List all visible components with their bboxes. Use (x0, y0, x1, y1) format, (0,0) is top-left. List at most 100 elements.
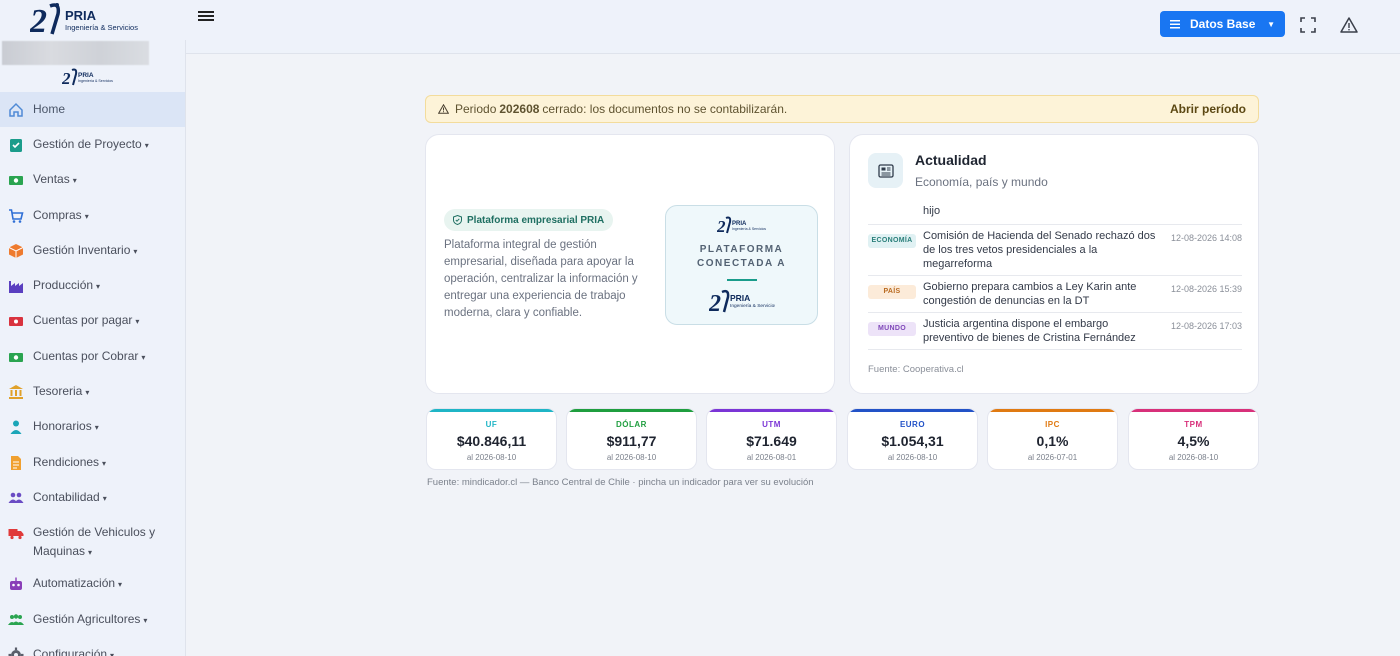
sidebar: 2 PRIA Ingeniería & Servicios Home Gesti… (0, 40, 186, 656)
news-partial-row[interactable]: hijo (868, 203, 1242, 225)
sidebar-item-cuentas-pagar[interactable]: Cuentas por pagar ▾ (0, 303, 185, 338)
sidebar-item-automatizacion[interactable]: Automatización ▾ (0, 566, 185, 601)
sidebar-item-rendiciones[interactable]: Rendiciones ▾ (0, 445, 185, 480)
indicator-name: TPM (1184, 420, 1203, 429)
news-item[interactable]: PAÍS Gobierno prepara cambios a Ley Kari… (868, 276, 1242, 313)
home-icon (9, 102, 23, 117)
news-text: Justicia argentina dispone el embargo pr… (923, 318, 1136, 344)
sidebar-item-vehiculos[interactable]: Gestión de Vehiculos y Maquinas ▾ (0, 515, 185, 566)
indicator-accent-bar (567, 409, 696, 412)
sidebar-item-home[interactable]: Home (0, 92, 185, 127)
datos-base-button[interactable]: Datos Base ▼ (1160, 11, 1285, 37)
sidebar-item-inventario[interactable]: Gestión Inventario ▾ (0, 233, 185, 268)
indicator-utm[interactable]: UTM $71.649 al 2026-08-01 (706, 408, 837, 470)
indicator-tpm[interactable]: TPM 4,5% al 2026-08-10 (1128, 408, 1259, 470)
news-tag: ECONOMÍA (868, 234, 916, 248)
money-icon (9, 176, 23, 186)
gear-icon (8, 647, 24, 656)
users-icon (8, 492, 24, 503)
svg-text:2: 2 (717, 217, 726, 234)
news-item[interactable]: ECONOMÍA Comisión de Hacienda del Senado… (868, 225, 1242, 276)
sidebar-logo: 2 PRIA Ingeniería & Servicios (62, 68, 113, 86)
alert-prefix: Periodo (455, 102, 497, 116)
cart-icon (9, 208, 24, 223)
svg-text:2: 2 (709, 291, 721, 313)
robot-icon (10, 577, 22, 591)
indicator-accent-bar (707, 409, 836, 412)
sidebar-item-tesoreria[interactable]: Tesoreria ▾ (0, 374, 185, 409)
factory-icon (9, 281, 23, 294)
bank-icon (9, 385, 23, 400)
svg-text:Ingeniería & Servicios: Ingeniería & Servicios (730, 303, 775, 309)
sidebar-item-ventas[interactable]: Ventas ▾ (0, 162, 185, 197)
news-text: Gobierno prepara cambios a Ley Karin ant… (923, 281, 1137, 307)
sidebar-item-gestion-proyecto[interactable]: Gestión de Proyecto ▾ (0, 127, 185, 162)
sidebar-item-contabilidad[interactable]: Contabilidad ▾ (0, 480, 185, 515)
news-date: 12-08-2026 14:08 (1170, 233, 1242, 243)
money-icon (9, 352, 23, 362)
indicator-name: DÓLAR (616, 420, 647, 429)
sidebar-item-agricultores[interactable]: Gestión Agricultores ▾ (0, 602, 185, 637)
news-tag: MUNDO (868, 322, 916, 336)
pria-logo[interactable]: 2 PRIA Ingeniería & Servicios (30, 2, 160, 36)
platform-card: Plataforma empresarial PRIA Plataforma i… (425, 134, 835, 394)
indicator-name: UTM (762, 420, 781, 429)
sidebar-item-label: Tesoreria ▾ (33, 384, 90, 399)
truck-icon (8, 529, 24, 540)
divider (726, 279, 757, 281)
indicator-dolar[interactable]: DÓLAR $911,77 al 2026-08-10 (566, 408, 697, 470)
svg-text:PRIA: PRIA (730, 293, 750, 303)
shield-check-icon (453, 215, 462, 225)
platform-description: Plataforma integral de gestión empresari… (444, 239, 638, 319)
warning-icon[interactable] (1340, 17, 1358, 33)
sidebar-item-label: Automatización ▾ (33, 576, 123, 591)
sidebar-item-label: Compras ▾ (33, 207, 89, 222)
sidebar-item-cuentas-cobrar[interactable]: Cuentas por Cobrar ▾ (0, 339, 185, 374)
pria-logo: 2 PRIA Ingeniería & Servicios (708, 289, 777, 317)
sidebar-item-label: Home (33, 102, 66, 116)
box-icon (8, 243, 24, 258)
sidebar-item-configuracion[interactable]: Configuración ▾ (0, 637, 185, 656)
news-item[interactable]: MUNDO Justicia argentina dispone el emba… (868, 313, 1242, 350)
indicator-uf[interactable]: UF $40.846,11 al 2026-08-10 (426, 408, 557, 470)
platform-badge: Plataforma empresarial PRIA (444, 209, 614, 231)
open-period-button[interactable]: Abrir período (1170, 102, 1246, 116)
alert-period: 202608 (499, 102, 540, 116)
svg-text:Ingeniería & Servicios: Ingeniería & Servicios (78, 79, 113, 83)
news-date: 12-08-2026 17:03 (1170, 321, 1242, 331)
indicator-date: al 2026-08-10 (887, 453, 938, 462)
news-date: 12-08-2026 15:39 (1170, 284, 1242, 294)
sidebar-item-label: Gestión Inventario ▾ (33, 242, 138, 257)
indicator-accent-bar (988, 409, 1117, 412)
sidebar-item-compras[interactable]: Compras ▾ (0, 198, 185, 233)
document-icon (11, 455, 21, 470)
svg-text:Ingeniería & Servicios: Ingeniería & Servicios (732, 227, 766, 231)
indicator-accent-bar (848, 409, 977, 412)
sidebar-item-label: Cuentas por Cobrar ▾ (33, 348, 146, 363)
indicator-ipc[interactable]: IPC 0,1% al 2026-07-01 (987, 408, 1118, 470)
fullscreen-icon[interactable] (1300, 17, 1316, 33)
news-source: Fuente: Cooperativa.cl (868, 364, 964, 375)
top-bar: 2 PRIA Ingeniería & Servicios Datos Base… (0, 0, 1400, 54)
indicator-value: $40.846,11 (456, 433, 527, 449)
svg-text:PRIA: PRIA (65, 8, 97, 23)
hamburger-menu-icon[interactable] (198, 9, 214, 23)
news-card: Actualidad Economía, país y mundo hijo E… (849, 134, 1259, 394)
indicator-value: $911,77 (606, 433, 657, 449)
news-text: hijo (923, 205, 941, 217)
indicator-value: 0,1% (1036, 433, 1069, 449)
indicator-accent-bar (427, 409, 556, 412)
newspaper-icon (868, 153, 903, 188)
chevron-down-icon: ▼ (1267, 19, 1275, 29)
sidebar-item-produccion[interactable]: Producción ▾ (0, 268, 185, 303)
platform-box-title: PLATAFORMA CONECTADA A (697, 244, 786, 269)
news-tag: PAÍS (868, 285, 916, 299)
sidebar-item-label: Gestión de Proyecto ▾ (33, 137, 149, 151)
sidebar-item-label: Contabilidad ▾ (33, 489, 107, 504)
indicator-euro[interactable]: EURO $1.054,31 al 2026-08-10 (847, 408, 978, 470)
svg-text:PRIA: PRIA (78, 72, 94, 79)
svg-text:2: 2 (62, 69, 71, 86)
news-list: hijo ECONOMÍA Comisión de Hacienda del S… (868, 203, 1242, 350)
sidebar-item-honorarios[interactable]: Honorarios ▾ (0, 409, 185, 444)
indicator-accent-bar (1129, 409, 1258, 412)
